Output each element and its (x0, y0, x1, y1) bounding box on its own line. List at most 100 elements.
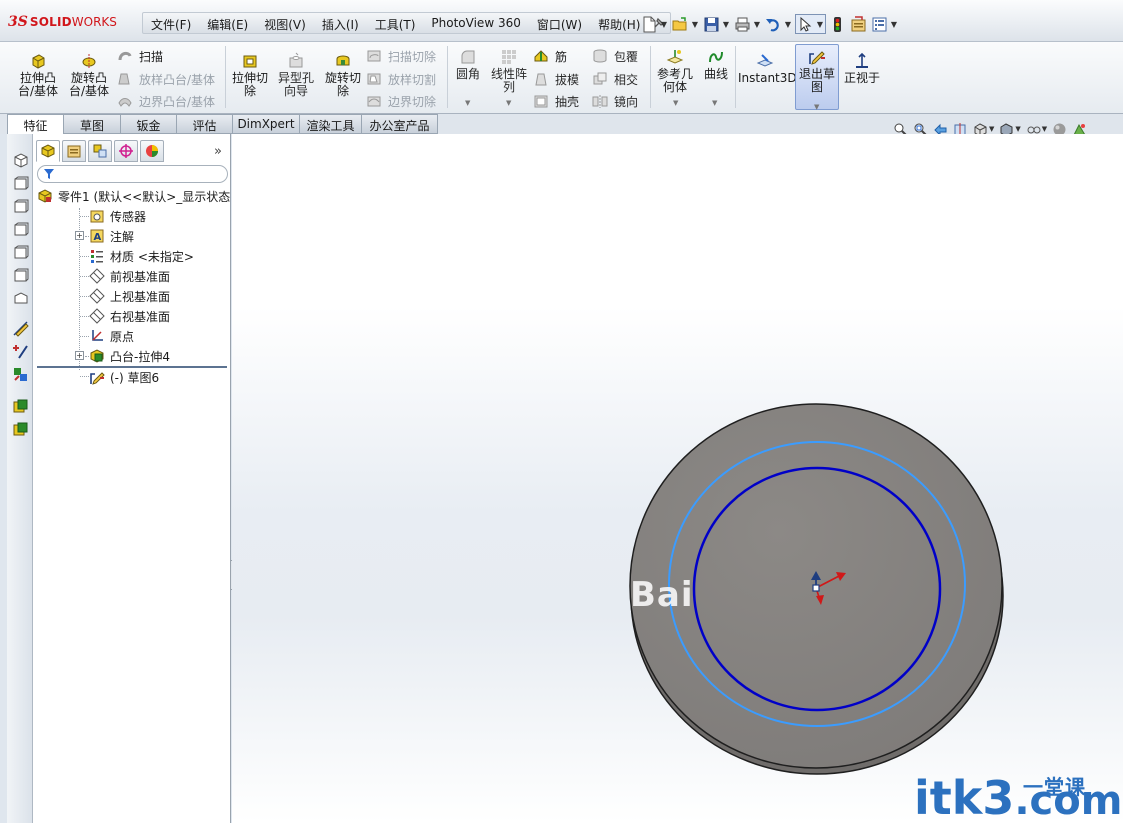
menu-window[interactable]: 窗口(W) (529, 13, 590, 33)
loft-boss-button[interactable]: 放样凸台/基体 (117, 70, 215, 88)
rebuild-button[interactable] (828, 14, 847, 34)
lofted-cut-label: 放样切割 (388, 72, 437, 87)
tree-item-origin[interactable]: 原点 (89, 326, 134, 346)
extrude-boss-button[interactable]: 拉伸凸台/基体 (14, 52, 62, 98)
tree-item-boss-extrude[interactable]: 凸台-拉伸4 (89, 346, 170, 366)
view-back-icon[interactable] (12, 198, 29, 215)
reference-geometry-button[interactable]: 参考几何体 (654, 48, 696, 94)
extrude-cut-button[interactable]: 拉伸切除 (229, 52, 271, 98)
chevron-down-icon[interactable]: ▼ (890, 20, 898, 29)
print-button[interactable]: ▼ (733, 14, 762, 34)
tab-office-products[interactable]: 办公室产品 (362, 114, 438, 134)
undo-button[interactable]: ▼ (764, 14, 793, 34)
solidworks-logo[interactable]: 3S SOLID WORKS (8, 14, 117, 30)
exit-sketch-dropdown-icon[interactable]: ▼ (814, 101, 819, 114)
intersect-button[interactable]: 相交 (592, 70, 638, 88)
new-button[interactable]: ▼ (640, 14, 669, 34)
menu-tools[interactable]: 工具(T) (367, 13, 424, 33)
view-front-icon[interactable] (12, 175, 29, 192)
chevron-down-icon[interactable]: ▼ (816, 20, 824, 29)
toolbar-separator (447, 46, 448, 108)
draft-button[interactable]: 拔模 (533, 70, 579, 88)
ref-geometry-dropdown-icon[interactable]: ▼ (673, 99, 678, 107)
revolve-cut-button[interactable]: 旋转切除 (321, 52, 365, 98)
curves-dropdown-icon[interactable]: ▼ (712, 99, 717, 107)
sweep-button[interactable]: 扫描 (117, 47, 163, 65)
view-left-icon[interactable] (12, 221, 29, 238)
tab-sketch[interactable]: 草图 (64, 114, 121, 134)
rapid-sketch-icon[interactable] (12, 421, 29, 438)
select-button[interactable]: ▼ (795, 14, 826, 34)
exit-sketch-button[interactable]: 退出草图 ▼ (795, 44, 839, 111)
dimxpert-manager-tab[interactable] (114, 140, 138, 162)
shell-button[interactable]: 抽壳 (533, 92, 579, 110)
hole-wizard-button[interactable]: 异型孔向导 (274, 52, 318, 98)
boundary-boss-button[interactable]: 边界凸台/基体 (117, 92, 215, 110)
chevron-down-icon[interactable]: ▼ (660, 20, 668, 29)
tab-dimxpert[interactable]: DimXpert (233, 114, 300, 134)
configuration-manager-tab[interactable] (88, 140, 112, 162)
chevron-down-icon[interactable]: ▼ (753, 20, 761, 29)
menu-edit[interactable]: 编辑(E) (199, 13, 256, 33)
expand-toggle-icon[interactable]: + (75, 351, 84, 360)
mirror-button[interactable]: 镜向 (592, 92, 638, 110)
display-manager-tab[interactable] (140, 140, 164, 162)
view-cube-icon[interactable] (12, 152, 29, 169)
curves-button[interactable]: 曲线 (700, 48, 732, 81)
fillet-button[interactable]: 圆角 (451, 48, 485, 81)
rib-button[interactable]: 筋 (533, 47, 567, 65)
tab-features[interactable]: 特征 (7, 114, 64, 134)
view-right-icon[interactable] (12, 244, 29, 261)
feature-filter-input[interactable] (37, 165, 228, 183)
lofted-cut-button[interactable]: 放样切割 (366, 70, 436, 88)
display-relations-icon[interactable] (12, 366, 29, 383)
tree-item-part[interactable]: 零件1 (默认<<默认>_显示状态 (37, 186, 230, 206)
menu-file[interactable]: 文件(F) (143, 13, 199, 33)
chevron-down-icon[interactable]: ▼ (1015, 125, 1020, 133)
graphics-area[interactable] (232, 134, 1123, 823)
tab-evaluate[interactable]: 评估 (177, 114, 233, 134)
tree-item-front-plane[interactable]: 前视基准面 (89, 266, 170, 286)
wrap-button[interactable]: 包覆 (592, 47, 638, 65)
tree-item-sensors[interactable]: 传感器 (89, 206, 146, 226)
tree-item-material[interactable]: 材质 <未指定> (89, 246, 194, 266)
boundary-cut-button[interactable]: 边界切除 (366, 92, 436, 110)
tree-item-right-plane[interactable]: 右视基准面 (89, 306, 170, 326)
property-manager-tab[interactable] (62, 140, 86, 162)
tree-item-top-plane[interactable]: 上视基准面 (89, 286, 170, 306)
view-isometric-icon[interactable] (12, 290, 29, 307)
tree-item-sketch[interactable]: (-) 草图6 (89, 367, 159, 387)
tab-sheet-metal[interactable]: 钣金 (121, 114, 177, 134)
command-manager-tabs: 特征 草图 钣金 评估 DimXpert 渲染工具 办公室产品 (7, 114, 438, 134)
more-tabs-icon[interactable]: » (214, 144, 222, 159)
tree-item-annotations[interactable]: A 注解 (89, 226, 134, 246)
add-relation-icon[interactable] (12, 343, 29, 360)
baidu-watermark: Bai (630, 575, 694, 615)
pattern-dropdown-icon[interactable]: ▼ (506, 99, 511, 107)
revolve-boss-button[interactable]: 旋转凸台/基体 (66, 52, 112, 98)
feature-tree-tab[interactable] (36, 140, 60, 162)
file-properties-button[interactable] (849, 14, 868, 34)
menu-insert[interactable]: 插入(I) (314, 13, 367, 33)
options-button[interactable]: ▼ (870, 14, 899, 34)
smart-dimension-icon[interactable] (12, 320, 29, 337)
chevron-down-icon[interactable]: ▼ (691, 20, 699, 29)
view-top-icon[interactable] (12, 267, 29, 284)
chevron-down-icon[interactable]: ▼ (784, 20, 792, 29)
save-button[interactable]: ▼ (702, 14, 731, 34)
menu-photoview[interactable]: PhotoView 360 (423, 13, 528, 33)
instant3d-button[interactable]: Instant3D (738, 52, 797, 85)
chevron-down-icon[interactable]: ▼ (1042, 125, 1047, 133)
main-menu: 文件(F) 编辑(E) 视图(V) 插入(I) 工具(T) PhotoView … (142, 12, 672, 34)
normal-to-button[interactable]: 正视于 (842, 52, 882, 85)
chevron-down-icon[interactable]: ▼ (722, 20, 730, 29)
menu-view[interactable]: 视图(V) (256, 13, 314, 33)
fillet-dropdown-icon[interactable]: ▼ (465, 99, 470, 107)
open-button[interactable]: ▼ (671, 14, 700, 34)
expand-toggle-icon[interactable]: + (75, 231, 84, 240)
tab-render-tools[interactable]: 渲染工具 (300, 114, 362, 134)
linear-pattern-button[interactable]: 线性阵列 (488, 48, 530, 94)
instant3d-side-icon[interactable] (12, 398, 29, 415)
swept-cut-button[interactable]: 扫描切除 (366, 47, 436, 65)
chevron-down-icon[interactable]: ▼ (989, 125, 994, 133)
